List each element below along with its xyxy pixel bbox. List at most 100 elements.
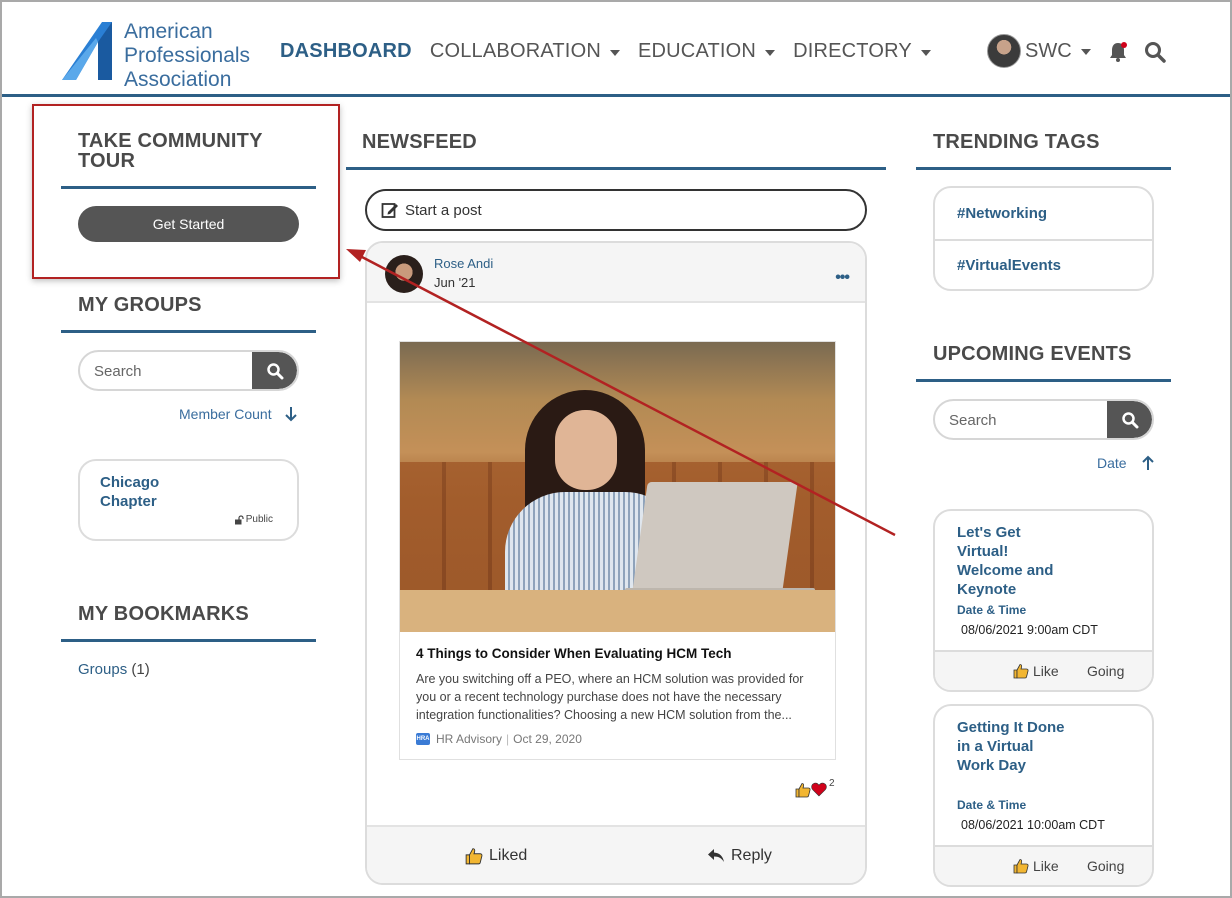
trending-tags-list: #Networking #VirtualEvents (933, 186, 1154, 291)
article-source-name: HR Advisory (436, 732, 503, 746)
user-menu[interactable]: SWC (987, 34, 1091, 68)
event-title[interactable]: Getting It Done in a Virtual Work Day (957, 718, 1067, 775)
photo-table (400, 590, 835, 632)
nav-dashboard[interactable]: DASHBOARD (280, 40, 412, 63)
bookmark-groups-link[interactable]: Groups (1) (78, 661, 150, 678)
date-sort[interactable]: Date (1097, 455, 1155, 471)
site-logo[interactable]: American Professionals Association (62, 18, 252, 91)
my-bookmarks-divider (61, 639, 316, 642)
event-like-button[interactable]: Like (1013, 858, 1059, 874)
logo-line-3: Association (124, 68, 232, 91)
event-card[interactable]: Getting It Done in a Virtual Work Day Da… (933, 704, 1154, 887)
event-date-value: 08/06/2021 9:00am CDT (961, 623, 1098, 637)
tag-virtual-events[interactable]: #VirtualEvents (935, 239, 1152, 289)
source-logo-icon: HRA (416, 733, 430, 745)
liked-label: Liked (489, 847, 528, 864)
get-started-button[interactable]: Get Started (78, 206, 299, 242)
upcoming-events-title: UPCOMING EVENTS (933, 343, 1132, 365)
unlock-icon (234, 514, 244, 524)
bookmark-label: Groups (78, 661, 128, 678)
newsfeed-divider (346, 167, 886, 170)
reaction-count: 2 (829, 778, 835, 789)
event-like-label: Like (1033, 858, 1059, 874)
article-source: HRA HR Advisory | Oct 29, 2020 (416, 732, 582, 746)
search-icon (1121, 411, 1138, 428)
arrow-down-icon (284, 407, 297, 422)
heart-icon (811, 782, 827, 797)
groups-search-input[interactable]: Search (78, 350, 299, 391)
nav-dashboard-label: DASHBOARD (280, 40, 412, 62)
member-count-sort-label: Member Count (179, 406, 272, 422)
tour-divider (61, 186, 316, 189)
group-visibility-label: Public (245, 514, 273, 525)
event-date-value: 08/06/2021 10:00am CDT (961, 818, 1105, 832)
post-author[interactable]: Rose Andi (434, 256, 493, 271)
date-sort-label: Date (1097, 455, 1127, 471)
article-body: Are you switching off a PEO, where an HC… (416, 672, 804, 722)
article-photo (400, 342, 835, 632)
arrow-up-icon (1141, 455, 1154, 470)
group-name: Chicago Chapter (100, 474, 160, 510)
avatar[interactable] (385, 255, 423, 293)
event-title[interactable]: Let's Get Virtual! Welcome and Keynote (957, 523, 1067, 599)
main-nav: DASHBOARD COLLABORATION EDUCATION DIRECT… (280, 40, 949, 63)
avatar (987, 34, 1021, 68)
article-source-date: Oct 29, 2020 (513, 732, 582, 746)
events-search-button[interactable] (1107, 401, 1152, 438)
bookmark-count: (1) (131, 661, 150, 678)
group-card-chicago[interactable]: Chicago Chapter Public (78, 459, 299, 541)
member-count-sort[interactable]: Member Count (179, 406, 298, 422)
reply-label: Reply (731, 847, 772, 864)
article-preview-card[interactable]: 4 Things to Consider When Evaluating HCM… (399, 341, 836, 760)
my-bookmarks-title: MY BOOKMARKS (78, 603, 249, 625)
nav-education-label: EDUCATION (637, 40, 757, 62)
nav-collaboration[interactable]: COLLABORATION (430, 40, 620, 63)
search-icon[interactable] (1144, 41, 1166, 68)
my-groups-title: MY GROUPS (78, 294, 202, 316)
newsfeed-post: Rose Andi Jun '21 ••• 4 Things to Consid… (365, 241, 867, 885)
nav-directory-label: DIRECTORY (793, 40, 912, 62)
thumbs-up-icon (1013, 859, 1029, 874)
photo-person-face (555, 410, 617, 490)
more-options-icon[interactable]: ••• (835, 269, 850, 287)
events-search-input[interactable]: Search (933, 399, 1154, 440)
article-title[interactable]: 4 Things to Consider When Evaluating HCM… (416, 646, 732, 661)
groups-search-button[interactable] (252, 352, 297, 389)
event-like-label: Like (1033, 663, 1059, 679)
edit-icon (381, 203, 398, 218)
thumbs-up-icon (1013, 664, 1029, 679)
source-separator: | (506, 732, 510, 746)
liked-button[interactable]: Liked (465, 847, 527, 865)
event-like-button[interactable]: Like (1013, 663, 1059, 679)
event-going-button[interactable]: Going (1087, 858, 1124, 874)
thumbs-up-icon (465, 848, 483, 865)
event-going-button[interactable]: Going (1087, 663, 1124, 679)
start-post-label: Start a post (405, 201, 482, 219)
chevron-down-icon (1080, 49, 1091, 55)
top-header: American Professionals Association DASHB… (2, 2, 1230, 97)
notifications-bell-icon[interactable] (1107, 41, 1129, 68)
start-post-button[interactable]: Start a post (365, 189, 867, 231)
logo-mark-icon (62, 22, 112, 80)
upcoming-events-divider (916, 379, 1171, 382)
event-date-label: Date & Time (957, 603, 1027, 617)
event-card[interactable]: Let's Get Virtual! Welcome and Keynote D… (933, 509, 1154, 692)
logo-text: American Professionals Association (124, 20, 250, 92)
user-initials: SWC (1025, 39, 1072, 62)
chevron-down-icon (920, 49, 931, 56)
tag-networking[interactable]: #Networking (935, 188, 1152, 239)
photo-laptop (632, 482, 798, 592)
post-reactions[interactable]: 2 (795, 778, 835, 798)
reply-button[interactable]: Reply (707, 847, 772, 865)
chevron-down-icon (609, 49, 620, 56)
event-actions: Like Going (935, 650, 1152, 690)
event-actions: Like Going (935, 845, 1152, 885)
tour-title: TAKE COMMUNITY TOUR (78, 130, 263, 172)
chevron-down-icon (765, 49, 776, 56)
logo-line-2: Professionals (124, 44, 251, 67)
nav-directory[interactable]: DIRECTORY (793, 40, 931, 63)
nav-education[interactable]: EDUCATION (637, 40, 776, 63)
post-actions: Liked Reply (367, 825, 865, 883)
logo-line-1: American (124, 20, 213, 43)
group-visibility: Public (234, 514, 273, 525)
